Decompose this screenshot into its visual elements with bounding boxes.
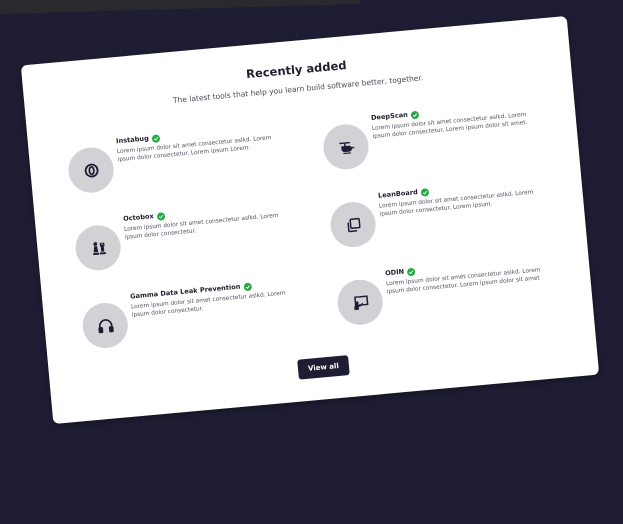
headphones-icon bbox=[80, 301, 130, 350]
top-bar bbox=[0, 0, 360, 14]
copy-icon bbox=[328, 200, 378, 250]
tool-name: Octobox bbox=[122, 212, 155, 223]
helicopter-icon bbox=[321, 122, 371, 172]
verified-check-icon bbox=[151, 133, 161, 143]
page: Recently added The latest tools that hel… bbox=[0, 0, 623, 524]
verified-check-icon bbox=[243, 282, 252, 291]
presentation-icon bbox=[335, 277, 385, 327]
verified-check-icon bbox=[156, 211, 166, 221]
tool-item-leanboard[interactable]: LeanBoard Lorem ipsum dolor sit amet con… bbox=[328, 175, 572, 257]
tool-item-instabug[interactable]: Instabug Lorem ipsum dolor sit amet cons… bbox=[66, 120, 310, 202]
tool-item-deepscan[interactable]: DeepScan Lorem ipsum dolor sit amet cons… bbox=[321, 97, 565, 179]
verified-check-icon bbox=[420, 187, 430, 197]
recently-added-card: Recently added The latest tools that hel… bbox=[20, 15, 600, 425]
tool-item-gamma-data-leak-prevention[interactable]: Gamma Data Leak Prevention Lorem ipsum d… bbox=[80, 275, 324, 357]
tool-item-odin[interactable]: ODIN Lorem ipsum dolor sit amet consecte… bbox=[335, 252, 579, 334]
view-all-button[interactable]: View all bbox=[297, 355, 350, 380]
tool-item-octobox[interactable]: Octobox Lorem ipsum dolor sit amet conse… bbox=[73, 198, 317, 280]
instabug-icon bbox=[66, 145, 116, 195]
tool-name: ODIN bbox=[384, 267, 405, 278]
tool-name: Instabug bbox=[115, 134, 150, 146]
chess-icon bbox=[73, 223, 123, 273]
verified-check-icon bbox=[406, 267, 416, 276]
verified-check-icon bbox=[410, 110, 420, 119]
